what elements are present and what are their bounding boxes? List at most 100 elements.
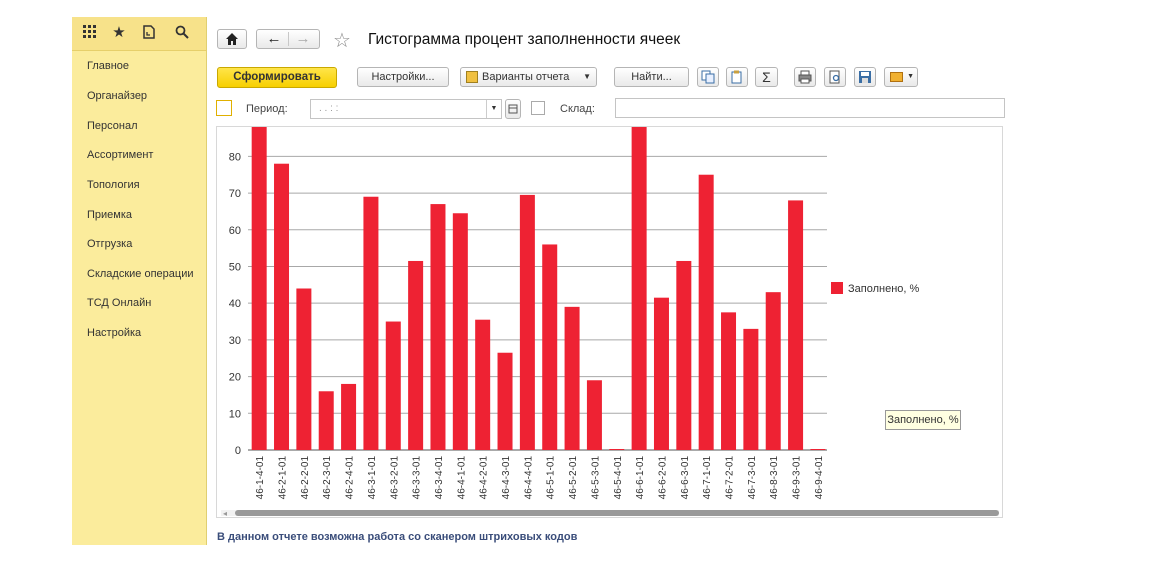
sidebar-item-organizer[interactable]: Органайзер [87,90,147,102]
home-button[interactable] [217,29,247,49]
sidebar: ★ Главное Органайзер Персонал Ассортимен… [72,17,207,545]
bar [519,194,535,450]
sidebar-item-personnel[interactable]: Персонал [87,120,138,132]
bar [631,127,647,450]
favorite-star-icon[interactable]: ☆ [333,28,351,53]
x-tick-label: 46-4-1-01 [456,456,467,500]
y-tick-label: 40 [229,298,241,310]
generate-button[interactable]: Сформировать [217,67,337,88]
search-icon[interactable] [173,24,191,42]
bar [274,163,290,451]
print-preview-icon[interactable] [824,67,846,87]
histogram-chart: 0 10 20 30 40 50 60 70 80 46-1-4-01 46-2-1-01 46-2-… [221,127,999,518]
report-variants-button[interactable]: Варианты отчета ▼ [460,67,597,87]
bar [564,306,580,450]
find-button[interactable]: Найти... [614,67,689,87]
report-variants-label: Варианты отчета [482,71,570,83]
bar [341,383,357,450]
bar [743,328,759,450]
barcode-scanner-note: В данном отчете возможна работа со скане… [217,531,578,543]
nav-buttons: ← → [256,29,320,49]
sidebar-item-topology[interactable]: Топология [87,179,140,191]
period-checkbox[interactable] [216,100,232,116]
send-email-button[interactable]: ▼ [884,67,918,87]
x-tick-label: 46-8-3-01 [769,456,780,500]
x-tick-label: 46-3-4-01 [434,456,445,500]
sidebar-item-settings[interactable]: Настройка [87,327,141,339]
y-tick-label: 0 [235,445,241,457]
paste-icon[interactable] [726,67,748,87]
dropdown-arrow-icon: ▼ [583,72,591,81]
y-tick-label: 60 [229,225,241,237]
report-chart-area: 0 10 20 30 40 50 60 70 80 46-1-4-01 46-2-1-01 46-2-… [216,126,1003,518]
y-tick-label: 30 [229,335,241,347]
y-tick-label: 20 [229,372,241,384]
bar [586,380,602,450]
legend-label: Заполнено, % [848,283,920,295]
sidebar-item-warehouse-operations[interactable]: Складские операции [87,268,193,280]
sidebar-item-tsd-online[interactable]: ТСД Онлайн [87,297,151,309]
page-title: Гистограмма процент заполненности ячеек [368,31,681,48]
bar [475,319,491,450]
apps-grid-icon[interactable] [81,24,99,42]
bar [810,449,826,450]
x-tick-label: 46-5-4-01 [613,456,624,500]
warehouse-label: Склад: [560,103,595,115]
x-tick-label: 46-1-4-01 [255,456,266,500]
warehouse-input[interactable] [615,98,1005,118]
period-input[interactable]: . . : : ▼ [310,99,502,119]
sidebar-item-shipping[interactable]: Отгрузка [87,238,132,250]
back-arrow-icon[interactable]: ← [262,30,286,48]
home-icon [226,33,238,45]
x-tick-label: 46-7-3-01 [747,456,758,500]
x-tick-label: 46-5-2-01 [568,456,579,500]
y-tick-label: 10 [229,408,241,420]
x-tick-label: 46-9-3-01 [792,456,803,500]
bar [653,297,669,450]
dropdown-arrow-icon: ▼ [907,73,914,80]
sidebar-item-main[interactable]: Главное [87,60,129,72]
x-tick-label: 46-2-4-01 [345,456,356,500]
bar [251,127,267,450]
calendar-icon[interactable] [505,99,521,119]
bar [698,174,714,450]
x-tick-label: 46-9-4-01 [814,456,825,500]
x-tick-label: 46-3-3-01 [412,456,423,500]
bar [430,204,446,450]
report-variants-icon [466,71,478,83]
sidebar-item-receiving[interactable]: Приемка [87,209,132,221]
x-tick-label: 46-3-1-01 [367,456,378,500]
history-icon[interactable] [140,24,158,42]
bar [788,200,804,450]
envelope-icon [890,72,903,82]
y-tick-label: 50 [229,261,241,273]
legend-swatch [831,282,843,294]
bar [765,292,781,450]
sidebar-item-assortment[interactable]: Ассортимент [87,149,153,161]
bar [609,449,625,450]
bar [497,352,513,450]
settings-button[interactable]: Настройки... [357,67,449,87]
y-tick-label: 70 [229,188,241,200]
print-icon[interactable] [794,67,816,87]
sum-icon[interactable]: Σ [755,67,778,87]
scroll-left-arrow-icon: ◂ [223,509,227,518]
sidebar-toolbar: ★ [72,17,206,51]
x-tick-label: 46-4-2-01 [479,456,490,500]
x-tick-label: 46-7-1-01 [702,456,713,500]
nav-divider [288,32,289,46]
bar [676,260,692,450]
y-tick-label: 80 [229,151,241,163]
warehouse-checkbox[interactable] [531,101,545,115]
period-dropdown-icon[interactable]: ▼ [486,100,501,118]
x-tick-label: 46-6-1-01 [635,456,646,500]
x-tick-label: 46-2-2-01 [300,456,311,500]
copy-icon[interactable] [697,67,719,87]
x-tick-label: 46-5-3-01 [590,456,601,500]
save-icon[interactable] [854,67,876,87]
forward-arrow-icon[interactable]: → [291,30,315,48]
bar [296,288,312,450]
bar [542,244,558,450]
bar [385,321,401,450]
favorites-star-icon[interactable]: ★ [110,24,128,42]
